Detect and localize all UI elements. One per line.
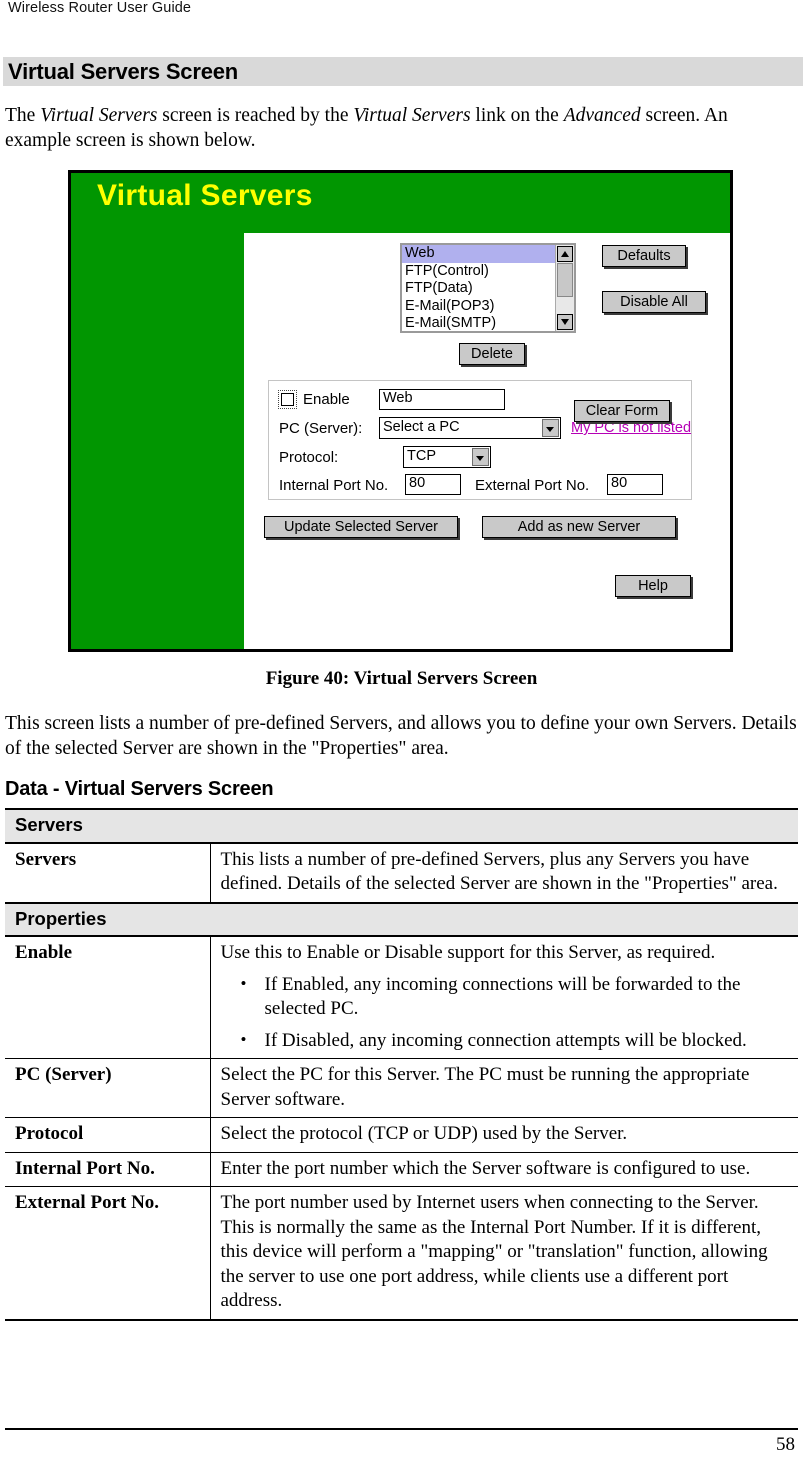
table-section-header-properties: Properties [5,901,798,937]
intro-text-2: screen is reached by the [157,105,354,126]
listbox-option-web[interactable]: Web [402,245,558,263]
screen-title: Virtual Servers [97,179,313,212]
listbox-scrollbar[interactable] [555,245,574,331]
table-row-enable: Enable Use this to Enable or Disable sup… [5,936,798,1059]
pc-server-label: PC (Server): [279,420,363,437]
data-table: Servers Servers This lists a number of p… [5,808,798,1321]
section-heading: Data - Virtual Servers Screen [5,778,274,800]
help-button[interactable]: Help [615,575,691,597]
screen-content-area: Web FTP(Control) FTP(Data) E-Mail(POP3) … [244,233,730,649]
running-header: Wireless Router User Guide [8,0,192,16]
bullet-enabled: If Enabled, any incoming connections wil… [221,972,791,1022]
intro-em-3: Advanced [563,105,641,126]
intro-em-1: Virtual Servers [40,105,158,126]
table-section-header-servers: Servers [5,808,798,844]
update-selected-server-button[interactable]: Update Selected Server [264,516,458,538]
table-row-internal-port: Internal Port No. Enter the port number … [5,1152,798,1187]
my-pc-not-listed-link[interactable]: My PC is not listed [571,420,691,436]
enable-checkbox[interactable] [281,393,294,406]
screen-left-panel [71,233,244,649]
figure-caption: Figure 40: Virtual Servers Screen [265,668,538,689]
row-desc-pc-server: Select the PC for this Server. The PC mu… [210,1058,798,1118]
enable-label: Enable [303,391,350,408]
pc-server-select[interactable]: Select a PC [379,417,561,439]
row-desc-external-port: The port number used by Internet users w… [210,1186,798,1321]
page-title-band: Virtual Servers Screen [3,57,803,86]
scroll-down-arrow-icon[interactable] [557,314,573,330]
table-row-external-port: External Port No. The port number used b… [5,1186,798,1321]
page-title: Virtual Servers Screen [8,59,239,84]
table-row-protocol: Protocol Select the protocol (TCP or UDP… [5,1117,798,1153]
row-label-protocol: Protocol [5,1117,211,1153]
listbox-option-email-smtp[interactable]: E-Mail(SMTP) [402,315,558,331]
internal-port-input[interactable]: 80 [405,474,461,495]
intro-em-2: Virtual Servers [353,105,471,126]
server-name-input[interactable]: Web [379,389,505,410]
section-header-label-properties: Properties [5,901,798,937]
row-desc-servers: This lists a number of pre-defined Serve… [210,842,798,903]
table-row-servers: Servers This lists a number of pre-defin… [5,842,798,903]
figure-virtual-servers-screen: Virtual Servers Servers Properties Web F… [68,170,733,652]
servers-listbox[interactable]: Web FTP(Control) FTP(Data) E-Mail(POP3) … [400,243,576,333]
bullet-disabled: If Disabled, any incoming connection att… [221,1028,791,1054]
scroll-up-arrow-icon[interactable] [557,246,573,262]
section-header-label-servers: Servers [5,808,798,844]
scrollbar-thumb[interactable] [557,263,573,297]
delete-button[interactable]: Delete [459,343,525,365]
add-as-new-server-button[interactable]: Add as new Server [482,516,676,538]
row-desc-enable: Use this to Enable or Disable support fo… [210,936,798,1059]
row-desc-protocol: Select the protocol (TCP or UDP) used by… [210,1117,798,1153]
router-admin-screen: Virtual Servers Servers Properties Web F… [68,170,733,652]
intro-paragraph: The Virtual Servers screen is reached by… [5,103,795,153]
listbox-option-ftp-control[interactable]: FTP(Control) [402,263,558,281]
internal-port-label: Internal Port No. [279,477,389,494]
external-port-label: External Port No. [475,477,590,494]
servers-listbox-options: Web FTP(Control) FTP(Data) E-Mail(POP3) … [402,245,558,331]
external-port-input[interactable]: 80 [607,474,663,495]
protocol-label: Protocol: [279,449,339,466]
body-paragraph: This screen lists a number of pre-define… [5,713,797,759]
chevron-down-icon[interactable] [542,419,559,437]
row-desc-enable-text: Use this to Enable or Disable support fo… [220,942,716,963]
table-row-pc-server: PC (Server) Select the PC for this Serve… [5,1058,798,1118]
row-bullets-enable: If Enabled, any incoming connections wil… [221,972,791,1054]
footer-divider [5,1428,798,1430]
listbox-option-ftp-data[interactable]: FTP(Data) [402,280,558,298]
chevron-down-icon-protocol[interactable] [472,448,489,466]
defaults-button[interactable]: Defaults [602,245,686,267]
clear-form-button[interactable]: Clear Form [574,400,670,422]
protocol-select[interactable]: TCP [403,446,491,468]
disable-all-button[interactable]: Disable All [602,291,706,313]
page-number: 58 [776,1434,795,1455]
row-desc-internal-port: Enter the port number which the Server s… [210,1152,798,1187]
row-label-internal-port: Internal Port No. [5,1152,211,1187]
row-label-enable: Enable [5,936,211,1059]
properties-panel: Enable Web PC (Server): Select a PC My P… [268,380,692,500]
row-label-servers: Servers [5,842,211,903]
row-label-external-port: External Port No. [5,1186,211,1321]
intro-text-1: The [5,105,41,126]
intro-text-3: link on the [470,105,564,126]
row-label-pc-server: PC (Server) [5,1058,211,1118]
listbox-option-email-pop3[interactable]: E-Mail(POP3) [402,298,558,316]
